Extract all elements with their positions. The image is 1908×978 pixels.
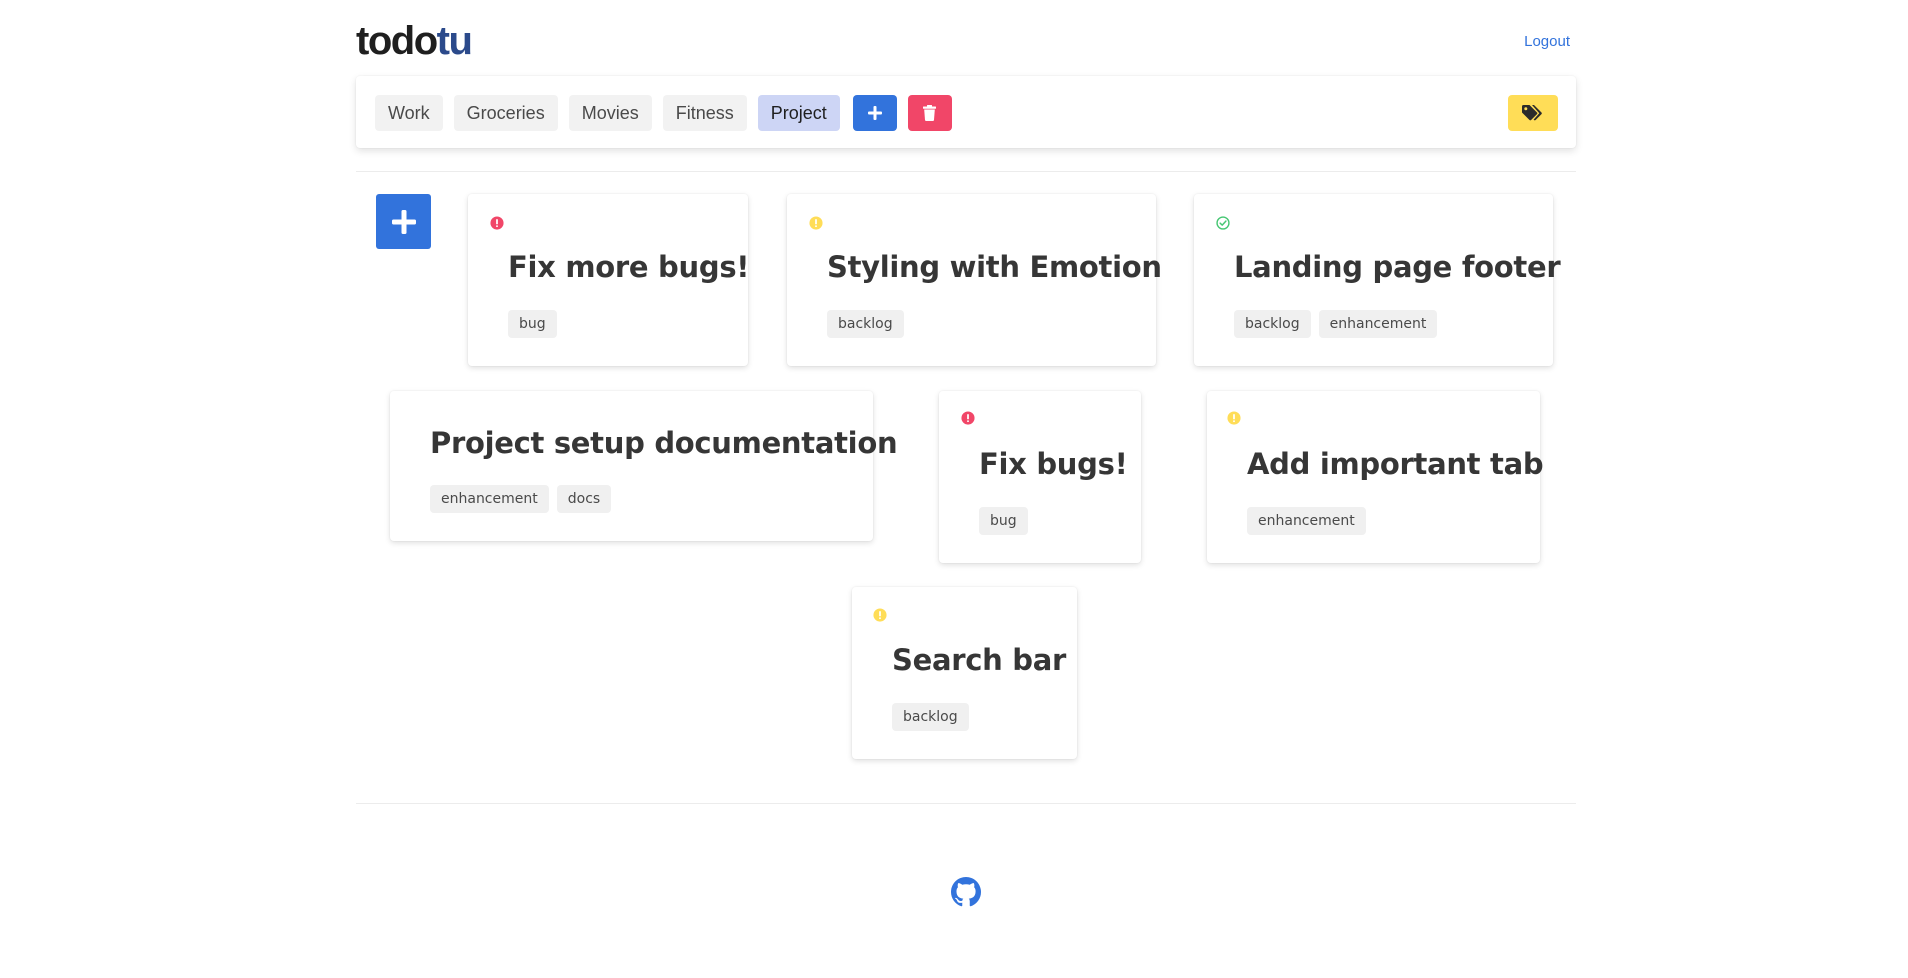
tab-project[interactable]: Project <box>757 95 840 131</box>
list-tabs: Work Groceries Movies Fitness Project <box>375 95 952 131</box>
todo-card[interactable]: Search bar backlog <box>852 587 1077 759</box>
exclamation-circle-icon <box>1227 411 1241 425</box>
delete-list-button[interactable] <box>907 95 952 131</box>
divider-bottom <box>356 803 1576 804</box>
trash-icon <box>923 105 937 121</box>
divider-top <box>356 171 1576 172</box>
tab-movies[interactable]: Movies <box>568 95 652 131</box>
tag-chip[interactable]: backlog <box>827 310 904 338</box>
github-icon[interactable] <box>951 877 981 907</box>
tag-chip[interactable]: bug <box>508 310 557 338</box>
exclamation-circle-icon <box>490 216 504 230</box>
todo-card[interactable]: Fix bugs! bug <box>939 391 1141 563</box>
todo-card[interactable]: Styling with Emotion backlog <box>787 194 1162 366</box>
plus-icon <box>867 106 882 120</box>
exclamation-circle-icon <box>809 216 823 230</box>
todo-card[interactable]: Add important tab enhancement <box>1207 391 1544 563</box>
todo-card[interactable]: Fix more bugs! bug <box>468 194 750 366</box>
todo-title: Project setup documentation <box>430 426 898 460</box>
logo-part-tu: tu <box>436 19 473 63</box>
exclamation-circle-icon <box>961 411 975 425</box>
tag-chip[interactable]: bug <box>979 507 1028 535</box>
tag-chip[interactable]: backlog <box>1234 310 1311 338</box>
todo-card[interactable]: Landing page footer backlog enhancement <box>1194 194 1561 366</box>
plus-icon <box>391 209 416 234</box>
tab-work[interactable]: Work <box>375 95 443 131</box>
list-toolbar: Work Groceries Movies Fitness Project <box>356 76 1576 148</box>
logo-part-todo: todo <box>356 19 438 63</box>
app-logo[interactable]: todotu <box>356 19 473 63</box>
todo-tags: backlog <box>892 703 969 731</box>
todo-title: Landing page footer <box>1234 250 1561 284</box>
todo-tags: bug <box>508 310 557 338</box>
todo-card[interactable]: Project setup documentation enhancement … <box>390 391 898 541</box>
tag-chip[interactable]: enhancement <box>1247 507 1366 535</box>
tab-fitness[interactable]: Fitness <box>662 95 747 131</box>
tab-groceries[interactable]: Groceries <box>453 95 558 131</box>
check-circle-icon <box>1216 216 1230 230</box>
exclamation-circle-icon <box>873 608 887 622</box>
todo-tags: enhancement <box>1247 507 1366 535</box>
manage-tags-button[interactable] <box>1508 95 1558 131</box>
logout-link[interactable]: Logout <box>1524 33 1570 50</box>
add-todo-button[interactable] <box>376 194 431 249</box>
todo-title: Fix more bugs! <box>508 250 750 284</box>
add-list-button[interactable] <box>852 95 897 131</box>
tag-chip[interactable]: enhancement <box>1318 310 1438 338</box>
tag-chip[interactable]: backlog <box>892 703 969 731</box>
todo-title: Add important tab <box>1247 447 1544 481</box>
todo-tags: backlog enhancement <box>1234 310 1438 338</box>
todo-tags: bug <box>979 507 1028 535</box>
todo-title: Styling with Emotion <box>827 250 1162 284</box>
todo-tags: backlog <box>827 310 904 338</box>
todo-title: Fix bugs! <box>979 447 1128 481</box>
todo-tags: enhancement docs <box>430 485 612 513</box>
tags-icon <box>1522 105 1542 121</box>
todo-title: Search bar <box>892 643 1066 677</box>
tag-chip[interactable]: docs <box>556 485 612 513</box>
tag-chip[interactable]: enhancement <box>430 485 549 513</box>
